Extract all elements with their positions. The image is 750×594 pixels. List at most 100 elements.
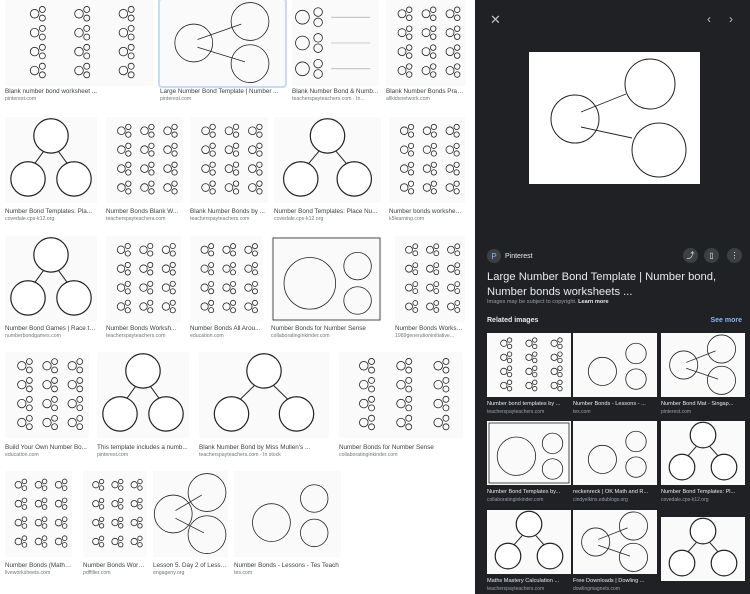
related-title[interactable]: Number Bond Mat - Singap...	[661, 401, 745, 407]
result-thumbnail[interactable]	[5, 236, 97, 322]
result-source[interactable]: engageny.org	[153, 570, 228, 576]
result-thumbnail[interactable]	[190, 117, 268, 203]
result-card[interactable]: Number Bonds All Arou... education.com	[190, 236, 263, 341]
result-thumbnail[interactable]	[5, 117, 97, 203]
result-card[interactable]: Blank Number Bond by Miss Mullen's ... t…	[199, 352, 329, 460]
result-source[interactable]: teacherspayteachers.com	[106, 333, 181, 339]
source-row[interactable]: P Pinterest	[487, 248, 533, 264]
result-thumbnail[interactable]	[158, 0, 287, 88]
chevron-left-icon[interactable]: ‹	[707, 13, 711, 25]
result-title[interactable]: Blank Number Bonds Practi...	[386, 88, 466, 95]
related-title[interactable]: Maths Mastery Calculation ...	[487, 578, 571, 584]
result-card[interactable]: Number Bond Templates: Pla... covedale.c…	[5, 117, 97, 224]
result-title[interactable]: Number Bonds for Number Sense	[339, 444, 463, 451]
related-source[interactable]: dowlingmagnets.com	[573, 586, 657, 592]
close-icon[interactable]: ✕	[490, 13, 501, 26]
result-source[interactable]: numberbondgames.com	[5, 333, 97, 339]
result-source[interactable]: liveworksheets.com	[5, 570, 72, 576]
result-card[interactable]: Blank Number Bonds by ... teacherspaytea…	[190, 117, 268, 224]
related-thumbnail[interactable]	[487, 421, 571, 485]
related-source[interactable]: covedale.cps-k12.org	[661, 497, 745, 503]
related-source[interactable]: teacherspayteachers.com	[487, 409, 571, 415]
related-title[interactable]: Free Downloads | Dowling ...	[573, 578, 657, 584]
result-source[interactable]: k5learning.com	[389, 216, 465, 222]
result-title[interactable]: Lesson 5. Day 2 of Lesson 4	[153, 562, 228, 569]
result-source[interactable]: allkidsnetwork.com	[386, 96, 466, 102]
result-card[interactable]: Number Bonds Worksh... 1989generationini…	[395, 236, 465, 341]
result-card[interactable]: Number Bonds for Number Sense collaborat…	[271, 236, 382, 341]
result-title[interactable]: Number Bonds for Number Sense	[271, 325, 382, 332]
related-source[interactable]: tes.com	[573, 409, 657, 415]
result-thumbnail[interactable]	[234, 471, 341, 557]
result-source[interactable]: teacherspayteachers.com	[190, 216, 268, 222]
source-name[interactable]: Pinterest	[505, 253, 533, 260]
result-card[interactable]: Number Bonds Worksh... pdffiller.com	[83, 471, 147, 578]
result-thumbnail[interactable]	[5, 352, 89, 438]
related-image-card[interactable]: Number bond templates by ... teacherspay…	[487, 333, 571, 419]
result-card[interactable]: Build Your Own Number Bo... education.co…	[5, 352, 89, 460]
result-source[interactable]: education.com	[190, 333, 263, 339]
share-icon[interactable]: ⤴	[683, 248, 698, 263]
result-title[interactable]: This template includes a numb...	[97, 444, 189, 451]
related-thumbnail[interactable]	[661, 333, 745, 397]
result-thumbnail[interactable]	[274, 117, 381, 203]
result-thumbnail[interactable]	[106, 117, 183, 203]
result-card[interactable]: Large Number Bond Template | Number ... …	[156, 0, 289, 108]
result-card[interactable]: Number Bond Games | Race to... numberbon…	[5, 236, 97, 341]
result-title[interactable]: Number Bond Templates: Place Nu...	[274, 208, 381, 215]
result-thumbnail[interactable]	[386, 0, 466, 86]
result-thumbnail[interactable]	[271, 236, 382, 322]
related-image-card[interactable]: Free Downloads | Dowling ... dowlingmagn…	[573, 510, 657, 594]
result-card[interactable]: Number Bonds Worksh... teacherspayteache…	[106, 236, 181, 341]
result-title[interactable]: Number Bonds Worksh...	[395, 325, 465, 332]
result-source[interactable]: 1989generationinitiative...	[395, 333, 465, 339]
result-card[interactable]: Number Bonds - Lessons - Tes Teach tes.c…	[234, 471, 341, 578]
result-source[interactable]: teacherspayteachers.com · In...	[292, 96, 379, 102]
related-thumbnail[interactable]	[573, 510, 657, 574]
related-source[interactable]: pinterest.com	[661, 409, 745, 415]
result-title[interactable]: Number Bonds All Arou...	[190, 325, 263, 332]
result-thumbnail[interactable]	[5, 471, 72, 557]
result-thumbnail[interactable]	[389, 117, 465, 203]
result-source[interactable]: pdffiller.com	[83, 570, 147, 576]
more-vert-icon[interactable]: ⋮	[727, 248, 742, 263]
see-more-link[interactable]: See more	[710, 317, 742, 324]
result-card[interactable]: Number Bond Templates: Place Nu... coved…	[274, 117, 381, 224]
learn-more-link[interactable]: Learn more	[578, 299, 608, 305]
result-source[interactable]: covedale.cps-k12.org	[274, 216, 381, 222]
result-card[interactable]: Lesson 5. Day 2 of Lesson 4 engageny.org	[153, 471, 228, 578]
related-thumbnail[interactable]	[573, 333, 657, 397]
result-source[interactable]: covedale.cps-k12.org	[5, 216, 97, 222]
result-title[interactable]: Number Bond Templates: Pla...	[5, 208, 97, 215]
result-source[interactable]: pinterest.com	[97, 452, 189, 458]
preview-title[interactable]: Large Number Bond Template | Number bond…	[487, 270, 745, 299]
related-thumbnail[interactable]	[661, 421, 745, 485]
result-thumbnail[interactable]	[190, 236, 263, 322]
result-card[interactable]: Number Bonds for Number Sense collaborat…	[339, 352, 463, 460]
related-thumbnail[interactable]	[661, 517, 745, 581]
related-image-card[interactable]: reckenreck | OK Math and R... cindyelkin…	[573, 421, 657, 507]
related-title[interactable]: Number Bond Templates by...	[487, 489, 571, 495]
result-source[interactable]: teacherspayteachers.com	[106, 216, 183, 222]
result-source[interactable]: pinterest.com	[5, 96, 153, 102]
related-image-card[interactable]	[661, 517, 745, 594]
related-source[interactable]: cindyelkins.edublogs.org	[573, 497, 657, 503]
related-thumbnail[interactable]	[487, 333, 571, 397]
related-title[interactable]: Number Bond Templates: Pl...	[661, 489, 745, 495]
related-source[interactable]: collaboratinginkinder.com	[487, 497, 571, 503]
result-thumbnail[interactable]	[395, 236, 465, 322]
related-image-card[interactable]: Maths Mastery Calculation ... teacherspa…	[487, 510, 571, 594]
result-card[interactable]: Number Bonds (Math Facts Families ... li…	[5, 471, 72, 578]
related-image-card[interactable]: Number Bonds - Lessons - ... tes.com	[573, 333, 657, 419]
result-thumbnail[interactable]	[5, 0, 153, 86]
result-title[interactable]: Number Bonds (Math Facts Families ...	[5, 562, 72, 569]
result-title[interactable]: Number Bonds - Lessons - Tes Teach	[234, 562, 341, 569]
result-card[interactable]: Number Bonds Blank W... teacherspayteach…	[106, 117, 183, 224]
related-thumbnail[interactable]	[573, 421, 657, 485]
result-thumbnail[interactable]	[97, 352, 189, 438]
result-source[interactable]: teacherspayteachers.com · In stock	[199, 452, 329, 458]
related-title[interactable]: Number bond templates by ...	[487, 401, 571, 407]
result-card[interactable]: Blank Number Bond & Numb... teacherspayt…	[292, 0, 379, 104]
related-image-card[interactable]: Number Bond Templates: Pl... covedale.cp…	[661, 421, 745, 507]
result-title[interactable]: Blank Number Bonds by ...	[190, 208, 268, 215]
